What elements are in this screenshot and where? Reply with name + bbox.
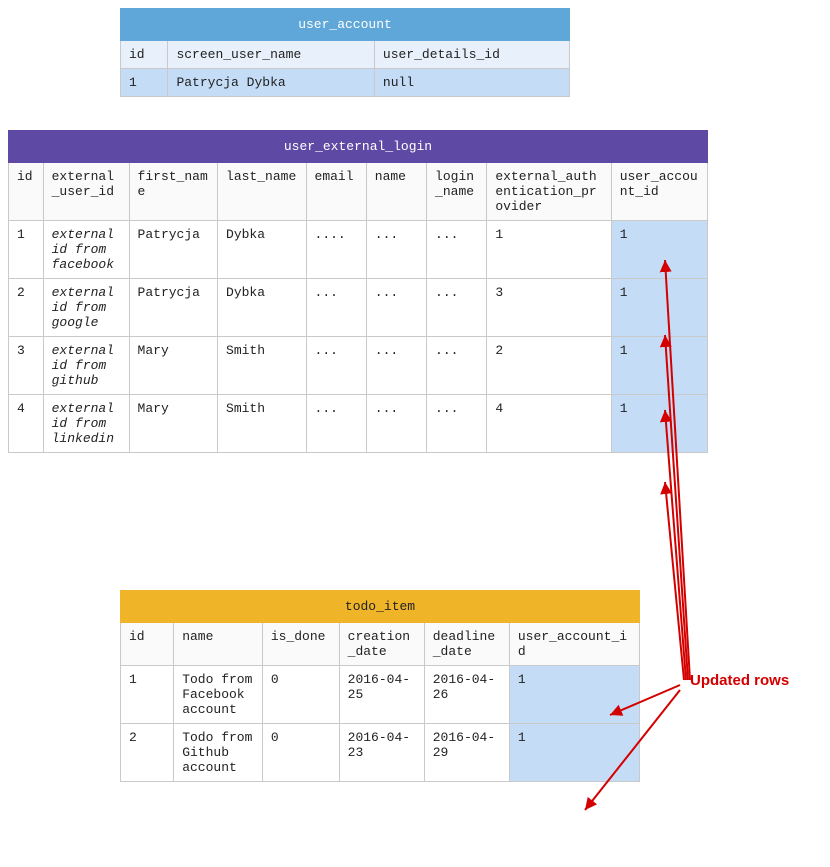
cell: 3 xyxy=(487,279,611,337)
cell: 2016-04-26 xyxy=(424,666,509,724)
cell: ... xyxy=(366,337,426,395)
col-header: user_account_id xyxy=(611,163,707,221)
cell: ... xyxy=(427,221,487,279)
cell: 0 xyxy=(262,724,339,782)
col-header: is_done xyxy=(262,623,339,666)
cell: 4 xyxy=(487,395,611,453)
cell: external id from linkedin xyxy=(43,395,129,453)
table-title: todo_item xyxy=(121,591,640,623)
cell: 0 xyxy=(262,666,339,724)
cell: 2016-04-23 xyxy=(339,724,424,782)
col-header: user_account_id xyxy=(509,623,639,666)
cell: Patrycja xyxy=(129,221,217,279)
table-row: 4external id from linkedinMarySmith.....… xyxy=(9,395,708,453)
col-header: name xyxy=(366,163,426,221)
table-user-external-login: user_external_loginidexternal_user_idfir… xyxy=(8,130,708,453)
table-user-account: user_account id screen_user_name user_de… xyxy=(120,8,570,97)
cell: 1 xyxy=(509,724,639,782)
annotation-updated-rows: Updated rows xyxy=(690,672,789,689)
table-title: user_external_login xyxy=(9,131,708,163)
col-header: name xyxy=(174,623,263,666)
cell: external id from facebook xyxy=(43,221,129,279)
col-header: id xyxy=(9,163,44,221)
table-row: 1external id from facebookPatrycjaDybka.… xyxy=(9,221,708,279)
cell: Patrycja xyxy=(129,279,217,337)
col-header: login_name xyxy=(427,163,487,221)
cell: Smith xyxy=(218,395,306,453)
cell: null xyxy=(374,69,569,97)
col-header: screen_user_name xyxy=(168,41,374,69)
col-header: deadline_date xyxy=(424,623,509,666)
cell: Mary xyxy=(129,395,217,453)
table-todo-item: todo_itemidnameis_donecreation_datedeadl… xyxy=(120,590,640,782)
cell: Todo from Facebook account xyxy=(174,666,263,724)
col-header: email xyxy=(306,163,366,221)
cell: ... xyxy=(366,395,426,453)
cell: ... xyxy=(306,337,366,395)
cell: 2 xyxy=(121,724,174,782)
cell: 1 xyxy=(611,395,707,453)
cell: 1 xyxy=(611,337,707,395)
table-row: 1Todo from Facebook account02016-04-2520… xyxy=(121,666,640,724)
col-header: user_details_id xyxy=(374,41,569,69)
cell: ... xyxy=(427,395,487,453)
cell: ... xyxy=(427,337,487,395)
cell: ... xyxy=(366,221,426,279)
cell: 2 xyxy=(487,337,611,395)
cell: 1 xyxy=(509,666,639,724)
cell: 1 xyxy=(121,69,168,97)
col-header: id xyxy=(121,623,174,666)
col-header: last_name xyxy=(218,163,306,221)
cell: ... xyxy=(427,279,487,337)
cell: 2 xyxy=(9,279,44,337)
col-header: first_name xyxy=(129,163,217,221)
table-row: 2external id from googlePatrycjaDybka...… xyxy=(9,279,708,337)
cell: 1 xyxy=(611,221,707,279)
cell: 1 xyxy=(9,221,44,279)
cell: Patrycja Dybka xyxy=(168,69,374,97)
col-header: id xyxy=(121,41,168,69)
cell: 2016-04-29 xyxy=(424,724,509,782)
cell: ... xyxy=(306,395,366,453)
col-header: external_authentication_provider xyxy=(487,163,611,221)
cell: external id from github xyxy=(43,337,129,395)
table-row: 2Todo from Github account02016-04-232016… xyxy=(121,724,640,782)
table-row: 3external id from githubMarySmith.......… xyxy=(9,337,708,395)
cell: .... xyxy=(306,221,366,279)
cell: 1 xyxy=(487,221,611,279)
cell: ... xyxy=(306,279,366,337)
col-header: creation_date xyxy=(339,623,424,666)
cell: external id from google xyxy=(43,279,129,337)
diagram-canvas: user_account id screen_user_name user_de… xyxy=(0,0,830,867)
cell: Smith xyxy=(218,337,306,395)
table-title: user_account xyxy=(121,9,570,41)
cell: Dybka xyxy=(218,221,306,279)
cell: ... xyxy=(366,279,426,337)
cell: 2016-04-25 xyxy=(339,666,424,724)
cell: 1 xyxy=(611,279,707,337)
cell: 1 xyxy=(121,666,174,724)
cell: 3 xyxy=(9,337,44,395)
cell: 4 xyxy=(9,395,44,453)
col-header: external_user_id xyxy=(43,163,129,221)
cell: Mary xyxy=(129,337,217,395)
cell: Dybka xyxy=(218,279,306,337)
table-row: 1 Patrycja Dybka null xyxy=(121,69,570,97)
cell: Todo from Github account xyxy=(174,724,263,782)
